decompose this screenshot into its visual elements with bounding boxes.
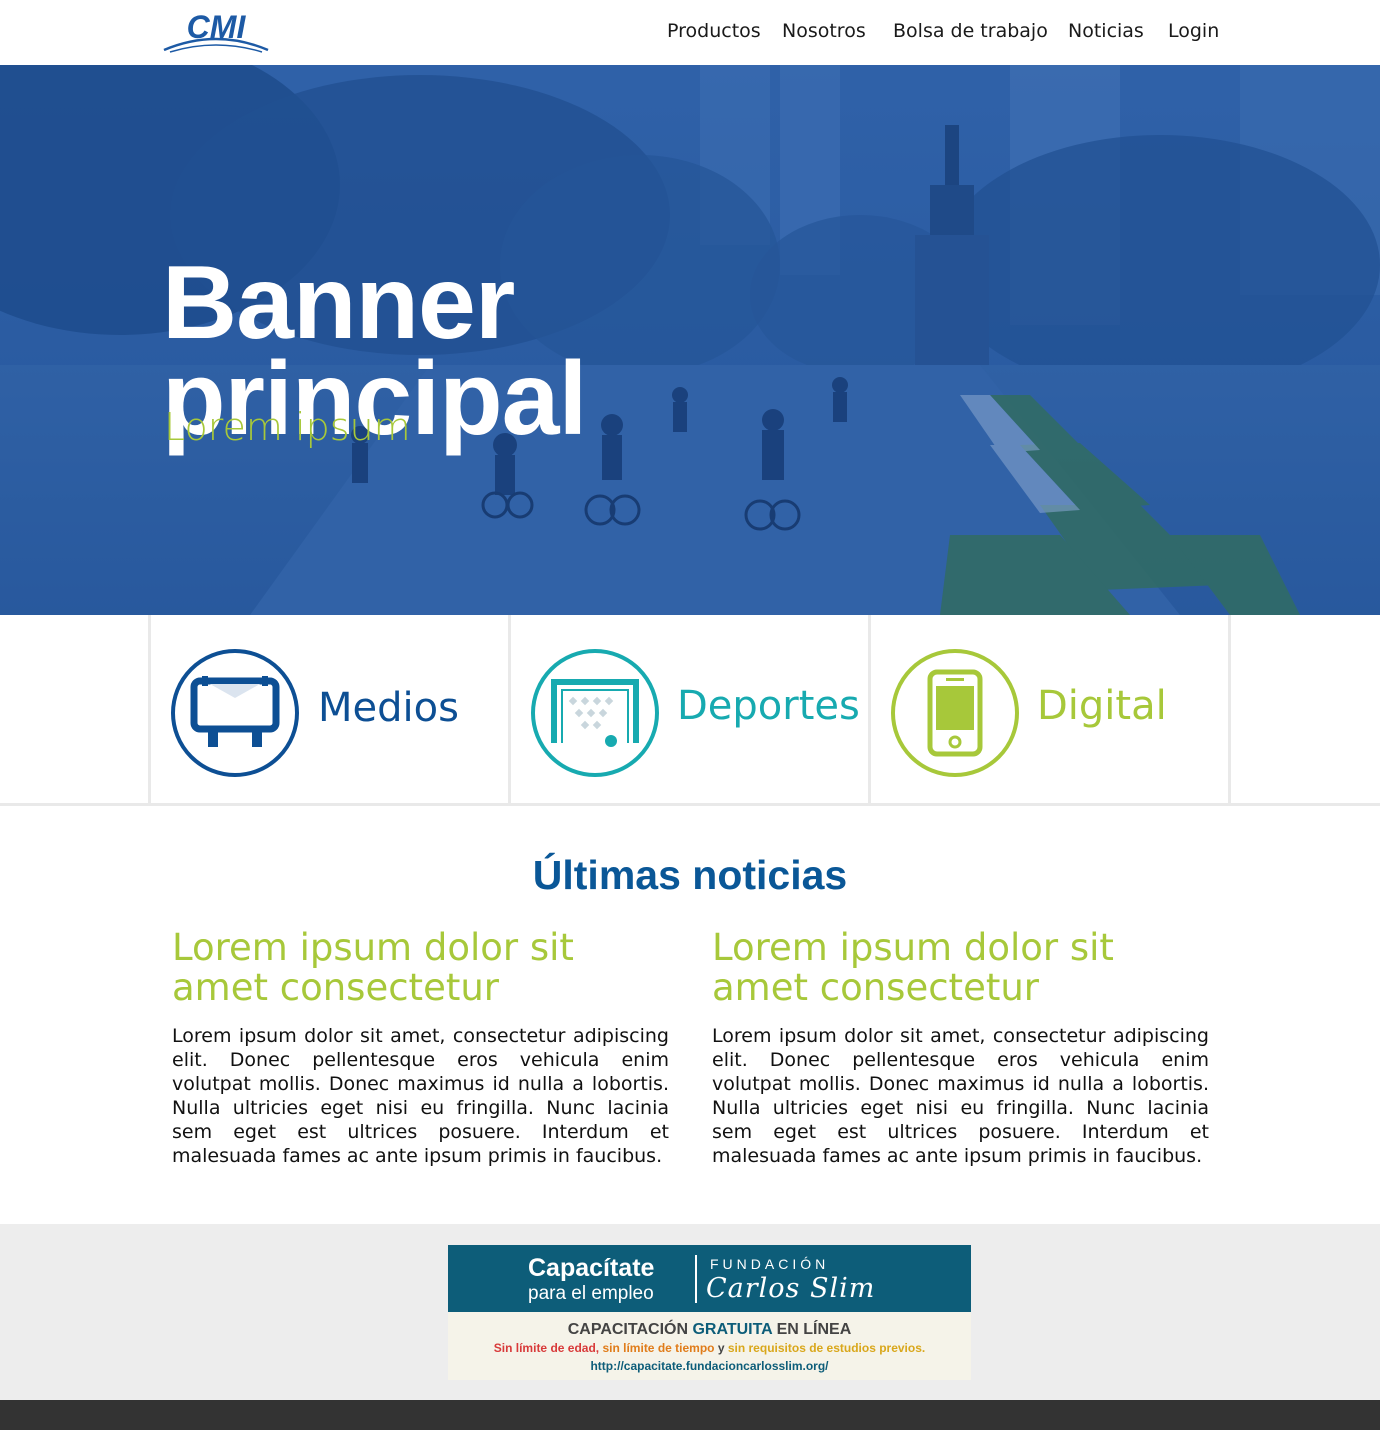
hero-subtitle: Lorem ipsum [164,405,411,449]
nav-productos[interactable]: Productos [667,20,761,42]
billboard-icon [171,649,299,777]
ad-capacitate: Capacítate [528,1254,655,1282]
news-headline[interactable]: Lorem ipsum dolor sit amet consectetur [172,928,669,1008]
news-headline[interactable]: Lorem ipsum dolor sit amet consectetur [712,928,1209,1008]
nav-noticias[interactable]: Noticias [1068,20,1144,42]
category-deportes[interactable]: Deportes [511,615,868,803]
cmi-logo[interactable]: CMI [160,8,272,56]
news-item: Lorem ipsum dolor sit amet consectetur L… [172,928,669,1168]
site-header: CMI Productos Nosotros Bolsa de trabajo … [0,0,1380,65]
category-label-digital: Digital [1037,683,1167,729]
category-digital[interactable]: Digital [871,615,1228,803]
hero-title-line1: Banner [162,245,515,361]
ad-capacitacion-line: CAPACITACIÓN GRATUITA EN LÍNEA [567,1321,852,1338]
smartphone-icon [891,649,1019,777]
fundacion-carlos-slim-ad[interactable]: Capacítate para el empleo FUNDACIÓN Carl… [448,1245,971,1380]
ad-fundacion: FUNDACIÓN [710,1256,830,1272]
category-divider [1228,615,1231,803]
nav-nosotros[interactable]: Nosotros [782,20,866,42]
categories-strip: Medios Deportes Digital [0,615,1380,806]
news-section-title: Últimas noticias [532,852,848,898]
nav-bolsa-de-trabajo[interactable]: Bolsa de trabajo [893,20,1048,42]
ad-carlos-slim: Carlos Slim [706,1273,876,1304]
ad-para-el-empleo: para el empleo [528,1283,654,1304]
soccer-goal-icon [531,649,659,777]
ad-body: CAPACITACIÓN GRATUITA EN LÍNEA Sin límit… [448,1312,971,1380]
category-label-deportes: Deportes [677,683,860,729]
hero-banner: Banner principal Lorem ipsum [0,65,1380,615]
category-label-medios: Medios [318,685,459,731]
news-item: Lorem ipsum dolor sit amet consectetur L… [712,928,1209,1168]
nav-login[interactable]: Login [1168,20,1219,42]
news-body: Lorem ipsum dolor sit amet, consectetur … [712,1025,1209,1167]
ad-sin-limite-line: Sin límite de edad, sin límite de tiempo… [493,1341,926,1355]
ad-header: Capacítate para el empleo FUNDACIÓN Carl… [448,1245,971,1312]
ad-separator [695,1255,697,1303]
news-body: Lorem ipsum dolor sit amet, consectetur … [172,1025,669,1167]
category-medios[interactable]: Medios [151,615,508,803]
ad-url[interactable]: http://capacitate.fundacioncarlosslim.or… [448,1359,971,1373]
site-footer [0,1400,1380,1430]
